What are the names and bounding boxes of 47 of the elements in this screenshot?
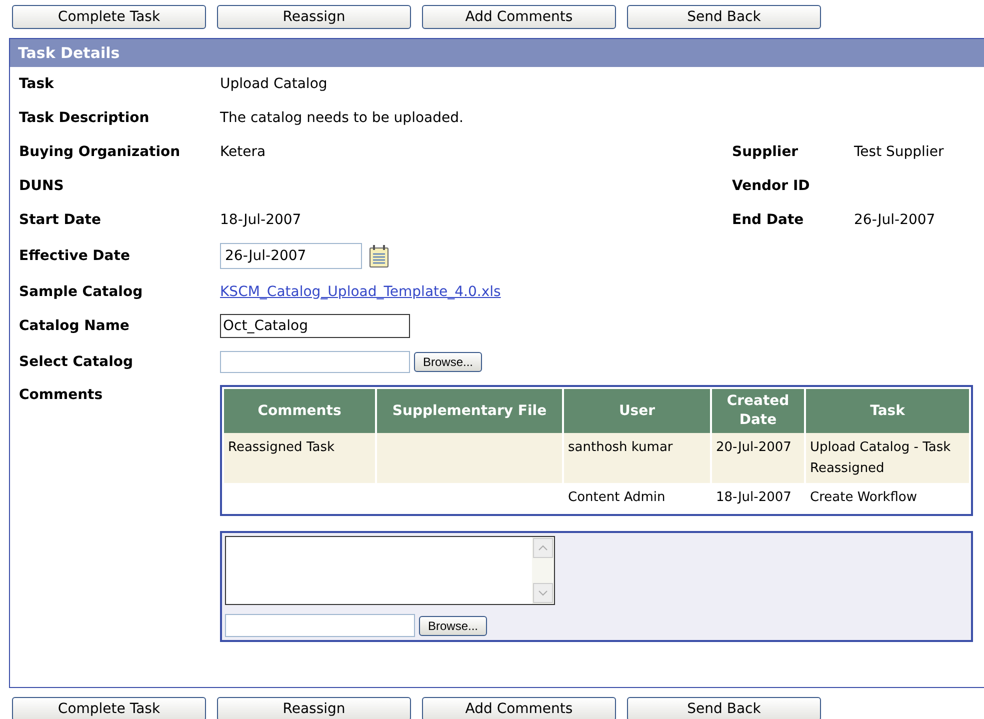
table-cell: santhosh kumar xyxy=(563,433,711,483)
action-button[interactable]: Reassign xyxy=(217,697,411,719)
field-value: 26-Jul-2007 xyxy=(854,210,936,230)
column-header: Task xyxy=(805,389,969,433)
action-button[interactable]: Send Back xyxy=(627,5,821,29)
file-link[interactable]: KSCM_Catalog_Upload_Template_4.0.xls xyxy=(220,284,501,300)
action-button[interactable]: Add Comments xyxy=(422,5,616,29)
field-label: Comments xyxy=(19,386,104,405)
action-button[interactable]: Complete Task xyxy=(12,5,206,29)
field-value: Test Supplier xyxy=(854,142,944,162)
browse-button[interactable]: Browse... xyxy=(419,616,488,636)
table-cell: Upload Catalog - Task Reassigned xyxy=(805,433,969,483)
file-field[interactable] xyxy=(225,614,415,637)
action-button[interactable]: Reassign xyxy=(217,5,411,29)
field-value: 18-Jul-2007 xyxy=(220,212,302,228)
column-header: Created Date xyxy=(711,389,805,433)
column-header: User xyxy=(563,389,711,433)
text-field[interactable]: Oct_Catalog xyxy=(220,314,410,338)
table-cell: 20-Jul-2007 xyxy=(711,433,805,483)
field-label: Select Catalog xyxy=(19,352,134,372)
browse-button[interactable]: Browse... xyxy=(414,352,482,372)
field-label: Buying Organization xyxy=(19,142,182,162)
field-label: Task Description xyxy=(19,108,150,128)
field-label: Catalog Name xyxy=(19,316,130,336)
comment-textarea[interactable] xyxy=(225,536,555,605)
field-label: Start Date xyxy=(19,210,102,230)
file-field[interactable] xyxy=(220,351,410,373)
field-value: Upload Catalog xyxy=(220,76,328,92)
calendar-icon[interactable] xyxy=(368,244,390,268)
field-label: Task xyxy=(19,74,55,94)
field-value: The catalog needs to be uploaded. xyxy=(220,110,464,126)
action-button[interactable]: Add Comments xyxy=(422,697,616,719)
field-label: Supplier xyxy=(732,142,800,162)
field-label: Vendor ID xyxy=(732,176,811,196)
action-button[interactable]: Send Back xyxy=(627,697,821,719)
panel-title: Task Details xyxy=(10,39,984,67)
field-label: End Date xyxy=(732,210,805,230)
column-header: Comments xyxy=(224,389,376,433)
date-field[interactable]: 26-Jul-2007 xyxy=(220,243,362,269)
field-label: Effective Date xyxy=(19,246,131,266)
column-header: Supplementary File xyxy=(376,389,563,433)
action-button[interactable]: Complete Task xyxy=(12,697,206,719)
field-label: DUNS xyxy=(19,176,65,196)
field-label: Sample Catalog xyxy=(19,282,144,302)
field-value: Ketera xyxy=(220,144,266,160)
table-cell: Reassigned Task xyxy=(224,433,376,483)
scrollbar[interactable] xyxy=(532,537,554,604)
